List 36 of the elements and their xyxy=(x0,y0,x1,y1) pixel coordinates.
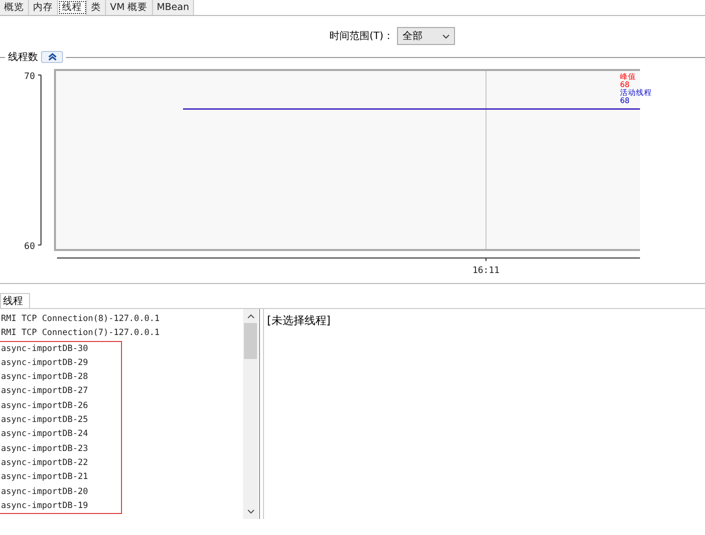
thread-detail-text: [未选择线程] xyxy=(267,314,331,327)
caret-icon xyxy=(442,34,450,38)
scrollbar[interactable] xyxy=(243,309,258,519)
tab[interactable]: 线程 xyxy=(0,293,30,308)
thread-list-item[interactable]: async-importDB-20 xyxy=(0,484,122,499)
thread-list-item[interactable]: RMI TCP Connection(7)-127.0.0.1 xyxy=(0,326,160,341)
scroll-up-icon xyxy=(246,314,254,319)
tab[interactable]: 概览 xyxy=(0,0,29,15)
thread-list-item[interactable]: async-importDB-30 xyxy=(0,340,122,356)
tab[interactable]: 线程 xyxy=(58,0,87,15)
thread-list-item[interactable]: async-importDB-24 xyxy=(0,427,122,442)
section-title: 线程数 xyxy=(8,50,38,64)
scrollbar-thumb[interactable] xyxy=(244,323,257,359)
tab[interactable]: MBean xyxy=(152,0,194,15)
time-range-label: 时间范围(T)： xyxy=(330,30,394,43)
thread-list-item[interactable]: RMI TCP Connection(8)-127.0.0.1 xyxy=(0,312,160,326)
chevron-up-icon xyxy=(48,53,56,61)
split-pane-divider[interactable] xyxy=(259,309,264,519)
collapse-button[interactable] xyxy=(41,51,63,63)
thread-list-item[interactable]: async-importDB-23 xyxy=(0,442,122,456)
thread-list-item[interactable]: async-importDB-25 xyxy=(0,413,122,428)
y-axis-label: 70 xyxy=(24,72,35,82)
thread-list-item[interactable]: async-importDB-27 xyxy=(0,384,122,399)
y-axis-label: 60 xyxy=(24,242,35,252)
time-range-dropdown[interactable]: 全部 xyxy=(397,27,456,45)
tab[interactable]: 内存 xyxy=(29,0,58,15)
tab[interactable]: VM 概要 xyxy=(106,0,153,15)
thread-list-item[interactable]: async-importDB-21 xyxy=(0,470,122,485)
thread-list-item[interactable]: async-importDB-28 xyxy=(0,370,122,384)
thread-list-item[interactable]: async-importDB-29 xyxy=(0,356,122,370)
tab[interactable]: 类 xyxy=(87,0,106,15)
scroll-down-icon xyxy=(246,509,254,514)
thread-list-item[interactable]: async-importDB-26 xyxy=(0,398,122,414)
thread-list-item[interactable]: async-importDB-19 xyxy=(0,498,122,514)
x-axis-time-label: 16:11 xyxy=(472,266,500,276)
thread-list-item[interactable]: async-importDB-22 xyxy=(0,456,122,470)
